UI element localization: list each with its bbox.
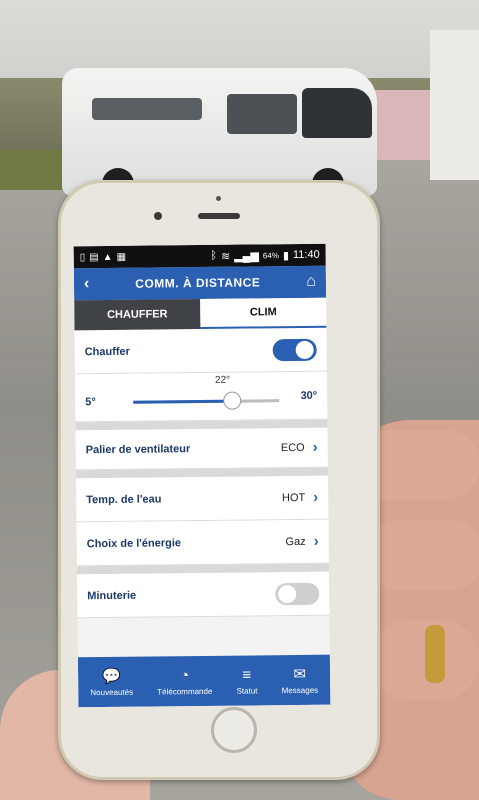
- status-icon: ≡: [242, 665, 252, 684]
- status-bar: ▯ ▤ ▲ ▦ ᛒ ≋ ▂▄▆ 64% ▮ 11:40: [73, 243, 326, 269]
- temperature-slider-track[interactable]: [133, 391, 280, 410]
- camper-windshield: [302, 88, 372, 138]
- sensor-dot: [216, 196, 221, 201]
- minuterie-toggle[interactable]: [275, 582, 320, 605]
- camper-door-window: [227, 94, 297, 134]
- ventilateur-label: Palier de ventilateur: [85, 442, 191, 456]
- envelope-icon: ✉: [293, 665, 307, 684]
- tab-chauffer[interactable]: CHAUFFER: [74, 299, 201, 331]
- remote-icon: ◔: [180, 666, 190, 684]
- chauffer-label: Chauffer: [84, 345, 130, 358]
- nav-label: Messages: [281, 685, 319, 696]
- finger: [365, 520, 479, 590]
- nav-nouveautes[interactable]: 💬 Nouveautés: [90, 667, 133, 697]
- eau-label: Temp. de l'eau: [86, 492, 162, 506]
- grass: [0, 150, 70, 190]
- nav-messages[interactable]: ✉ Messages: [281, 665, 319, 696]
- eau-value: HOT: [281, 491, 306, 504]
- mode-tabs: CHAUFFER CLIM: [74, 297, 327, 331]
- ventilateur-row[interactable]: Palier de ventilateur ECO ›: [75, 427, 328, 471]
- nav-statut[interactable]: ≡ Statut: [236, 665, 258, 696]
- app-screen: ▯ ▤ ▲ ▦ ᛒ ≋ ▂▄▆ 64% ▮ 11:40 ‹ COMM. À DI…: [73, 243, 331, 708]
- notification-icon: ▯: [79, 251, 86, 263]
- nav-label: Nouveautés: [90, 687, 134, 698]
- bluetooth-icon: ᛒ: [210, 249, 218, 262]
- camper-window: [92, 98, 202, 120]
- chevron-right-icon: ›: [313, 488, 319, 506]
- tab-clim[interactable]: CLIM: [200, 297, 327, 330]
- temperature-slider-row: 22° 5° 30°: [74, 371, 328, 423]
- eau-row[interactable]: Temp. de l'eau HOT ›: [76, 475, 329, 523]
- chauffer-row: Chauffer: [74, 327, 327, 375]
- truck: [430, 30, 479, 180]
- energie-row[interactable]: Choix de l'énergie Gaz ›: [76, 519, 329, 567]
- nav-label: Télécommande: [157, 686, 213, 696]
- page-title: COMM. À DISTANCE: [135, 275, 261, 291]
- ring: [425, 625, 445, 683]
- image-icon: ▦: [116, 251, 127, 263]
- truck-rear: [370, 90, 430, 160]
- nav-label: Statut: [236, 685, 258, 696]
- back-arrow-icon[interactable]: ‹: [84, 275, 90, 293]
- minuterie-label: Minuterie: [87, 589, 137, 602]
- battery-percent: 64%: [262, 250, 279, 260]
- bottom-navigation: 💬 Nouveautés ◔ Télécommande ≡ Statut ✉ M…: [77, 654, 331, 708]
- clipboard-icon: ▤: [89, 251, 99, 263]
- chevron-right-icon: ›: [312, 438, 318, 456]
- temperature-slider-thumb[interactable]: [223, 391, 242, 410]
- clock: 11:40: [292, 248, 320, 262]
- ventilateur-value: ECO: [280, 441, 305, 454]
- temperature-min: 5°: [85, 396, 96, 409]
- energie-value: Gaz: [285, 535, 306, 548]
- signal-icon: ▂▄▆: [234, 249, 259, 263]
- camper-van: [62, 68, 377, 200]
- chat-icon: 💬: [102, 667, 121, 686]
- energie-label: Choix de l'énergie: [86, 536, 182, 550]
- earpiece-speaker: [198, 213, 240, 219]
- battery-icon: ▮: [282, 249, 290, 262]
- app-bar: ‹ COMM. À DISTANCE ⌂: [73, 265, 327, 301]
- minuterie-row: Minuterie: [77, 571, 330, 619]
- wifi-icon: ≋: [220, 250, 231, 263]
- toggle-knob: [278, 584, 297, 603]
- home-button[interactable]: [211, 707, 257, 753]
- temperature-max: 30°: [300, 389, 318, 402]
- home-icon[interactable]: ⌂: [306, 273, 316, 291]
- warning-icon: ▲: [102, 251, 113, 263]
- temperature-current: 22°: [214, 374, 231, 386]
- toggle-knob: [295, 340, 314, 359]
- chevron-right-icon: ›: [313, 532, 319, 550]
- nav-telecommande[interactable]: ◔ Télécommande: [157, 666, 212, 696]
- front-camera: [154, 212, 162, 220]
- chauffer-toggle[interactable]: [272, 338, 317, 361]
- temperature-slider-fill: [133, 399, 233, 404]
